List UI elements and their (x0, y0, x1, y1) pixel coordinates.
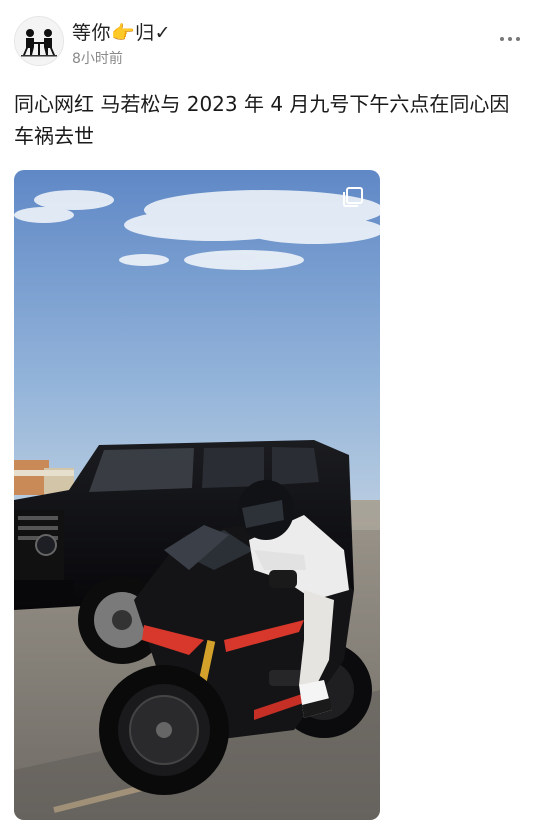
post-timestamp: 8小时前 (72, 51, 123, 67)
post-image[interactable] (14, 170, 380, 820)
more-dots-icon[interactable] (500, 32, 520, 46)
weibo-post: 等你👉归✓ 8小时前 同心网红 马若松与 2023 年 4 月九号下午六点在同心… (0, 0, 537, 828)
avatar-icon (15, 17, 63, 65)
multi-image-icon (343, 187, 363, 207)
more-dot (516, 37, 520, 41)
more-dot (500, 37, 504, 41)
motorcycle-photo (14, 170, 380, 820)
post-header: 等你👉归✓ 8小时前 (14, 16, 524, 72)
username[interactable]: 等你👉归✓ (72, 18, 171, 45)
avatar[interactable] (14, 16, 64, 66)
post-text: 同心网红 马若松与 2023 年 4 月九号下午六点在同心因车祸去世 (14, 92, 510, 148)
more-dot (508, 37, 512, 41)
